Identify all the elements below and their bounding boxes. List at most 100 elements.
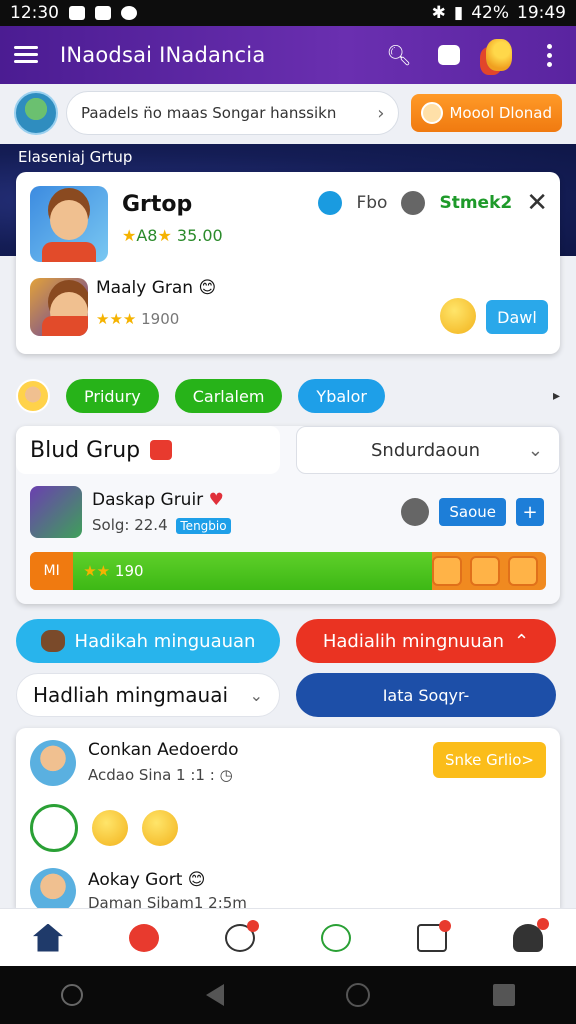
member-name-text: Daskap Gruir [92,490,204,510]
weekly-reward-label: Hadikah minguauan [74,630,256,652]
battery-percent: 42% [471,3,509,23]
star-icon[interactable] [508,556,538,586]
member-sub-text: Solg: 22.4 [92,516,168,534]
clock: 19:49 [517,3,566,23]
member-tag: Tengbio [176,518,231,534]
account-icon[interactable] [513,917,549,952]
recents-icon[interactable] [492,984,515,1006]
card-meta: Fbo Stmek2 ✕ [318,188,548,218]
group-title: Blud Grup [16,426,280,474]
sub-stars: ★★★ 1900 [96,310,179,328]
contact-action-button[interactable]: Snke Grlio> [432,742,546,778]
emoji-icon[interactable] [92,810,128,846]
smile-icon: 😊︎ [187,870,206,890]
status-bar: 12:30 ✱ ▮ 42% 19:49 [0,0,576,26]
edit-icon[interactable] [401,498,430,526]
group-select[interactable]: Sndurdaoun ⌄ [296,426,560,474]
emoji-icon[interactable] [440,298,476,334]
status-time: 12:30 [10,3,59,23]
pet-icon[interactable] [432,556,462,586]
card-rating: ★A8★ 35.00 [122,226,223,245]
rating-text: A8 [136,226,158,245]
status-text: Stmek2 [439,193,513,213]
search-input[interactable]: Paadels n̈o maas Songar hanssikn › [66,91,400,135]
settings-icon [121,6,137,20]
signal-icon: ▮ [453,3,464,23]
member-name: Daskap Gruir ♥ [92,490,224,510]
select-value: Sndurdaoun [371,439,481,461]
progress-bar: MI ★★ 190 [30,552,546,590]
chip-2[interactable]: Carlalem [174,379,283,413]
chip-1[interactable]: Pridury [66,379,159,413]
contact-name: Conkan Aedoerdo [88,740,239,760]
contact-list: Conkan Aedoerdo Acdao Sina 1 :1 : ◷ Snke… [16,728,560,914]
clock-icon: ◷ [219,766,233,784]
video-icon [150,440,173,460]
chip-avatar[interactable] [16,379,50,413]
reward-select-label: Hadliah mingmauai [33,683,229,707]
emoji-row [30,804,178,852]
user-avatar[interactable] [14,91,58,135]
badge-icon[interactable] [30,804,78,852]
smile-icon: 😊︎ [198,278,217,298]
reward-red-label: Hadialih mingnuuan [322,630,505,652]
profile-icon[interactable] [129,923,159,952]
menu-icon[interactable] [14,46,38,64]
featured-card[interactable]: Grtop ★A8★ 35.00 Fbo Stmek2 ✕ Maaly Gran… [16,172,560,354]
chevron-right-icon[interactable]: ▸ [553,388,560,404]
globe-icon[interactable] [318,191,343,215]
weekly-reward-button[interactable]: Hadikah minguauan [16,619,280,663]
reward-red-button[interactable]: Hadialih mingnuuan ⌃ [296,619,556,663]
sub-name: Maaly Gran 😊︎ [96,278,216,298]
game-thumbnail[interactable] [30,186,108,262]
chip-3[interactable]: Ybalor [298,379,385,413]
notification-icon [69,6,85,20]
member-sub: Solg: 22.4 Tengbio [92,516,231,534]
messages-icon[interactable] [225,919,259,952]
sub-stars-value: 1900 [141,310,180,328]
contact-name-text: Aokay Gort [88,870,183,890]
contact-name: Aokay Gort 😊︎ [88,870,206,890]
face-icon[interactable] [470,556,500,586]
chevron-down-icon: ⌄ [249,685,263,705]
home-icon[interactable] [33,923,63,952]
heart-icon: ♥ [208,490,224,510]
save-button[interactable]: Saoue [439,498,506,526]
more-options-icon[interactable] [536,42,562,68]
stars-icon: ★★★ [96,310,137,328]
contact-avatar[interactable] [30,740,76,786]
member-avatar[interactable] [30,486,82,538]
banner-label: Elaseniaj Grtup [18,148,133,166]
member-thumbnail[interactable] [30,278,88,336]
chevron-up-icon: ⌃ [514,630,530,652]
dog-icon [40,630,65,652]
chat-icon[interactable] [436,42,462,68]
contact-sub: Acdao Sina 1 :1 : ◷ [88,766,233,784]
groups-icon[interactable] [321,923,351,952]
bottom-nav [0,908,576,966]
close-icon[interactable]: ✕ [526,188,548,218]
action-button[interactable]: Dawl [486,300,548,334]
star-icon: ★ [157,226,172,245]
inbox-icon[interactable] [417,919,451,952]
star-icon: ★ [122,226,137,245]
reward-select[interactable]: Hadliah mingmauai ⌄ [16,673,280,717]
system-nav [0,966,576,1024]
face-icon [421,102,444,124]
search-icon[interactable]: 🔍︎ [386,42,412,68]
trophy-icon[interactable] [486,39,512,71]
back-icon[interactable] [205,984,224,1006]
emoji-icon[interactable] [142,810,178,846]
add-icon[interactable]: + [516,498,544,526]
assistant-icon[interactable] [61,984,84,1006]
app-title: INaodsai INadancia [60,43,266,67]
progress-lead: MI [30,552,74,590]
reward-navy-button[interactable]: Iata Soqyr- [296,673,556,717]
card-title: Grtop [122,192,193,217]
download-button-label: Moool Dlonad [449,104,552,122]
chevron-down-icon: ⌄ [527,439,543,461]
home-button-icon[interactable] [346,983,371,1007]
comment-icon[interactable] [401,191,426,215]
app-bar: INaodsai INadancia 🔍︎ [0,26,576,84]
download-button[interactable]: Moool Dlonad [411,94,562,132]
